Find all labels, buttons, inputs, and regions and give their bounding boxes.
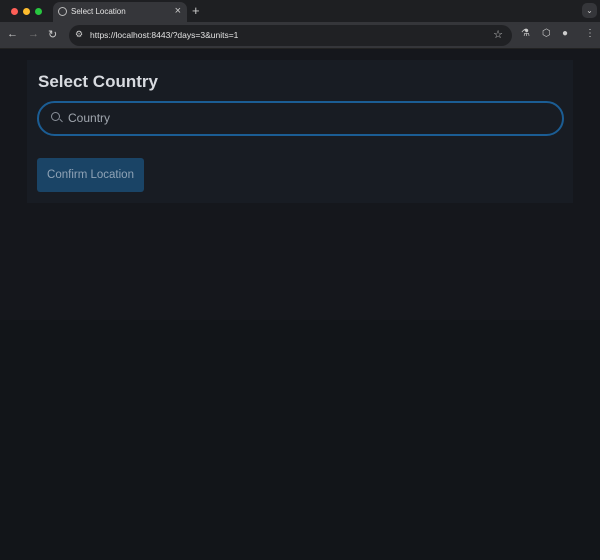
labs-flask-icon[interactable]: ⚗ <box>521 28 530 39</box>
page-background-lower <box>0 320 600 560</box>
address-bar[interactable]: ⚙ https://localhost:8443/?days=3&units=1… <box>69 25 512 46</box>
page-title: Select Country <box>38 72 158 91</box>
minimize-window-button[interactable] <box>23 8 30 15</box>
tab-bar: Select Location × + ⌄ <box>0 0 600 22</box>
tab-search-button[interactable]: ⌄ <box>582 3 597 18</box>
extensions-icon[interactable]: ⬡ <box>542 28 551 39</box>
bookmark-star-icon[interactable]: ☆ <box>493 28 503 41</box>
select-country-card: Select Country Confirm Location <box>27 60 573 203</box>
site-settings-icon[interactable]: ⚙ <box>75 29 83 40</box>
profile-avatar-icon[interactable]: ● <box>562 28 568 39</box>
country-search-field[interactable] <box>37 101 564 136</box>
confirm-location-button[interactable]: Confirm Location <box>37 158 144 192</box>
back-icon[interactable]: ← <box>7 28 18 40</box>
maximize-window-button[interactable] <box>35 8 42 15</box>
browser-toolbar: ← → ↻ ⚙ https://localhost:8443/?days=3&u… <box>0 22 600 49</box>
close-window-button[interactable] <box>11 8 18 15</box>
new-tab-button[interactable]: + <box>192 3 200 18</box>
tab-title: Select Location <box>71 7 126 16</box>
globe-icon <box>58 7 67 16</box>
reload-icon[interactable]: ↻ <box>48 28 57 41</box>
close-tab-icon[interactable]: × <box>175 5 181 17</box>
search-icon <box>51 112 60 121</box>
tab-select-location[interactable]: Select Location × <box>53 2 187 22</box>
forward-icon[interactable]: → <box>28 28 39 40</box>
url-text: https://localhost:8443/?days=3&units=1 <box>90 30 239 40</box>
country-input[interactable] <box>68 111 538 125</box>
menu-kebab-icon[interactable]: ⋮ <box>585 28 595 39</box>
